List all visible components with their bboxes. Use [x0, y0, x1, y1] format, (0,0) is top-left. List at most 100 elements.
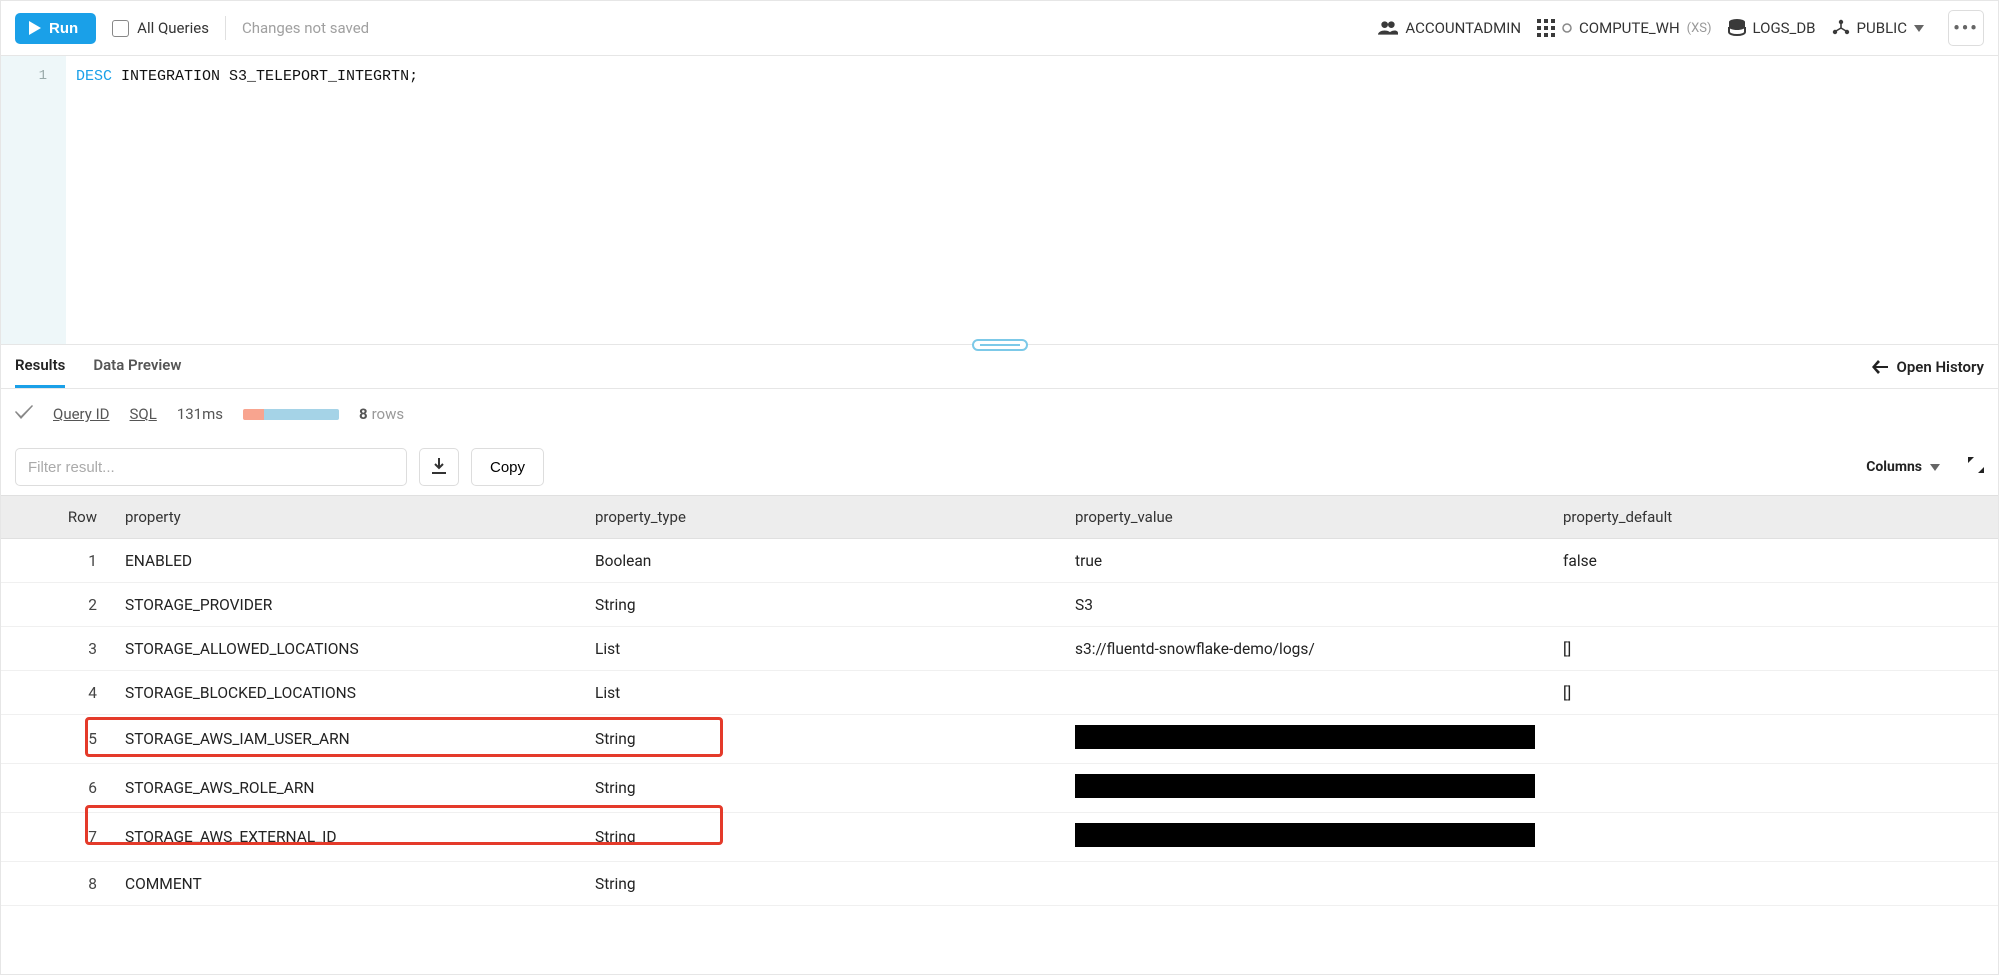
- cell-property-type: List: [581, 627, 1061, 671]
- table-header-row: Row property property_type property_valu…: [1, 496, 1998, 539]
- cell-rownum: 2: [1, 583, 111, 627]
- cell-property-default: [1549, 715, 1998, 764]
- warehouse-label: COMPUTE_WH: [1579, 19, 1680, 37]
- cell-property: STORAGE_BLOCKED_LOCATIONS: [111, 671, 581, 715]
- results-tabbar: Results Data Preview Open History: [1, 345, 1998, 389]
- results-controls: Copy Columns: [1, 439, 1998, 495]
- checkbox-icon: [112, 20, 129, 37]
- columns-button[interactable]: Columns: [1866, 459, 1940, 475]
- line-number: 1: [1, 68, 65, 88]
- line-gutter: 1: [1, 56, 66, 344]
- col-property-type[interactable]: property_type: [581, 496, 1061, 539]
- table-row[interactable]: 1ENABLEDBooleantruefalse: [1, 539, 1998, 583]
- cell-rownum: 5: [1, 715, 111, 764]
- splitter-handle[interactable]: [972, 339, 1028, 351]
- cell-property-value: s3://fluentd-snowflake-demo/logs/: [1061, 627, 1549, 671]
- cell-property: STORAGE_AWS_IAM_USER_ARN: [111, 715, 581, 764]
- cell-property: STORAGE_ALLOWED_LOCATIONS: [111, 627, 581, 671]
- expand-icon: [1968, 457, 1984, 473]
- run-button[interactable]: Run: [15, 13, 96, 44]
- col-property-value[interactable]: property_value: [1061, 496, 1549, 539]
- row-count: 8rows: [359, 405, 404, 423]
- sql-link[interactable]: SQL: [130, 405, 157, 423]
- cell-property-default: [1549, 583, 1998, 627]
- context-schema[interactable]: PUBLIC: [1832, 19, 1924, 37]
- cell-property-value: [1061, 671, 1549, 715]
- columns-label: Columns: [1866, 459, 1922, 475]
- query-id-link[interactable]: Query ID: [53, 405, 110, 423]
- table-row[interactable]: 7STORAGE_AWS_EXTERNAL_IDString: [1, 813, 1998, 862]
- grid-icon: [1537, 19, 1555, 37]
- chevron-down-icon: [1930, 464, 1940, 471]
- cell-property: STORAGE_PROVIDER: [111, 583, 581, 627]
- cell-property-value: true: [1061, 539, 1549, 583]
- arrow-left-icon: [1872, 360, 1888, 374]
- database-label: LOGS_DB: [1753, 19, 1816, 37]
- cell-property-value: [1061, 764, 1549, 813]
- role-label: ACCOUNTADMIN: [1405, 19, 1521, 37]
- more-button[interactable]: •••: [1948, 10, 1984, 46]
- code-area[interactable]: DESC INTEGRATION S3_TELEPORT_INTEGRTN;: [66, 56, 1998, 344]
- open-history-label: Open History: [1896, 358, 1984, 376]
- database-icon: [1728, 19, 1746, 37]
- context-warehouse[interactable]: COMPUTE_WH (XS): [1537, 19, 1711, 37]
- tab-results[interactable]: Results: [15, 345, 65, 388]
- warehouse-size: (XS): [1687, 21, 1712, 36]
- redacted-value: [1075, 774, 1535, 798]
- col-property-default[interactable]: property_default: [1549, 496, 1998, 539]
- copy-button[interactable]: Copy: [471, 448, 544, 486]
- cell-property: STORAGE_AWS_EXTERNAL_ID: [111, 813, 581, 862]
- check-icon: [15, 405, 33, 423]
- cell-property-default: [1549, 862, 1998, 906]
- context-database[interactable]: LOGS_DB: [1728, 19, 1816, 37]
- ellipsis-icon: •••: [1953, 18, 1978, 39]
- cell-property-type: String: [581, 764, 1061, 813]
- cell-property-type: String: [581, 862, 1061, 906]
- cell-property-value: [1061, 813, 1549, 862]
- cell-property: ENABLED: [111, 539, 581, 583]
- sql-editor[interactable]: 1 DESC INTEGRATION S3_TELEPORT_INTEGRTN;: [1, 56, 1998, 345]
- redacted-value: [1075, 823, 1535, 847]
- table-row[interactable]: 2STORAGE_PROVIDERStringS3: [1, 583, 1998, 627]
- cell-property-default: []: [1549, 671, 1998, 715]
- cell-rownum: 8: [1, 862, 111, 906]
- cell-property-value: [1061, 715, 1549, 764]
- divider: [225, 16, 226, 40]
- cell-property-value: S3: [1061, 583, 1549, 627]
- cell-rownum: 4: [1, 671, 111, 715]
- cell-property-type: List: [581, 671, 1061, 715]
- query-meta: Query ID SQL 131ms 8rows: [1, 389, 1998, 439]
- tab-data-preview[interactable]: Data Preview: [93, 345, 181, 388]
- cell-property-type: String: [581, 715, 1061, 764]
- results-table: Row property property_type property_valu…: [1, 495, 1998, 906]
- cell-property-type: String: [581, 813, 1061, 862]
- col-row[interactable]: Row: [1, 496, 111, 539]
- download-button[interactable]: [419, 448, 459, 486]
- filter-input[interactable]: [15, 448, 407, 486]
- table-row[interactable]: 3STORAGE_ALLOWED_LOCATIONSLists3://fluen…: [1, 627, 1998, 671]
- table-row[interactable]: 8COMMENTString: [1, 862, 1998, 906]
- download-icon: [430, 458, 448, 476]
- expand-button[interactable]: [1968, 457, 1984, 477]
- query-timing: 131ms: [177, 405, 223, 423]
- cell-property-default: [1549, 813, 1998, 862]
- people-icon: [1378, 20, 1398, 36]
- cell-property-type: Boolean: [581, 539, 1061, 583]
- all-queries-checkbox[interactable]: All Queries: [112, 19, 209, 37]
- cell-rownum: 7: [1, 813, 111, 862]
- schema-label: PUBLIC: [1857, 19, 1907, 37]
- all-queries-label: All Queries: [137, 19, 209, 37]
- schema-icon: [1832, 19, 1850, 37]
- context-role[interactable]: ACCOUNTADMIN: [1378, 19, 1521, 37]
- col-property[interactable]: property: [111, 496, 581, 539]
- table-row[interactable]: 4STORAGE_BLOCKED_LOCATIONSList []: [1, 671, 1998, 715]
- cell-rownum: 3: [1, 627, 111, 671]
- changes-status: Changes not saved: [242, 19, 369, 37]
- open-history-button[interactable]: Open History: [1872, 358, 1984, 376]
- cell-rownum: 1: [1, 539, 111, 583]
- table-row[interactable]: 6STORAGE_AWS_ROLE_ARNString: [1, 764, 1998, 813]
- cell-property-default: [1549, 764, 1998, 813]
- cell-property-default: false: [1549, 539, 1998, 583]
- cell-property-type: String: [581, 583, 1061, 627]
- table-row[interactable]: 5STORAGE_AWS_IAM_USER_ARNString: [1, 715, 1998, 764]
